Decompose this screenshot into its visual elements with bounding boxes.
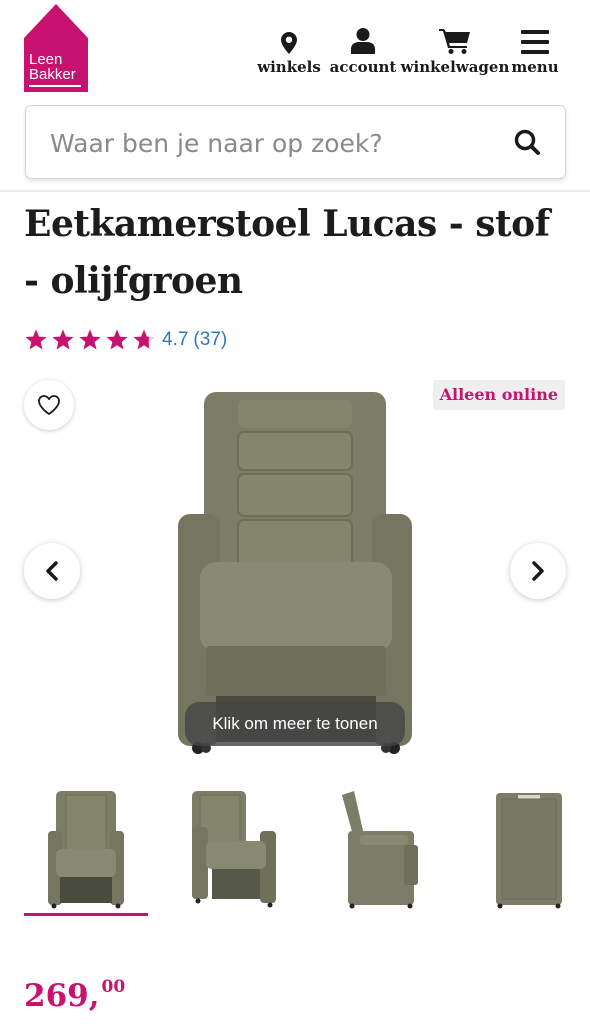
header-divider — [0, 190, 590, 192]
cart-icon — [439, 20, 471, 54]
nav-menu-label: menu — [511, 58, 559, 76]
thumbnail-side[interactable] — [320, 780, 442, 916]
leen-bakker-logo[interactable]: Leen Bakker — [24, 4, 88, 94]
favorite-button[interactable] — [24, 380, 74, 430]
rating-stars — [24, 328, 156, 352]
star-icon — [106, 329, 128, 350]
star-icon — [52, 329, 74, 350]
nav-winkels-label: winkels — [257, 58, 321, 76]
star-icon — [79, 329, 101, 350]
location-pin-icon — [281, 20, 297, 54]
user-icon — [351, 20, 375, 54]
thumbnail-strip — [0, 780, 590, 920]
thumbnail-front[interactable] — [24, 780, 146, 916]
nav-account[interactable]: account — [326, 20, 400, 76]
star-icon — [25, 329, 47, 350]
search-button[interactable] — [513, 128, 543, 158]
hamburger-icon — [521, 20, 549, 54]
thumbnail-back[interactable] — [466, 780, 588, 916]
product-price: 269, 00 — [24, 976, 125, 1016]
gallery-next-button[interactable] — [510, 543, 566, 599]
thumbnail-angle[interactable] — [170, 780, 292, 916]
search-input[interactable] — [50, 126, 490, 160]
price-main: 269, — [24, 978, 100, 1014]
search-icon — [514, 129, 540, 155]
show-more-tooltip[interactable]: Klik om meer te tonen — [185, 702, 405, 746]
star-icon — [133, 329, 155, 350]
logo-underline — [29, 85, 81, 87]
active-thumbnail-indicator — [24, 913, 148, 916]
nav-account-label: account — [329, 58, 397, 76]
chevron-left-icon — [46, 561, 58, 581]
logo-text: Leen Bakker — [29, 51, 76, 83]
online-only-badge: Alleen online — [432, 380, 565, 410]
nav-winkels[interactable]: winkels — [252, 20, 326, 76]
chevron-right-icon — [532, 561, 544, 581]
gallery-prev-button[interactable] — [24, 543, 80, 599]
product-gallery: Alleen online Klik om meer te tonen — [0, 370, 590, 770]
nav-winkelwagen-label: winkelwagen — [400, 58, 510, 76]
header-nav: winkels account winkelwagen menu — [252, 20, 560, 76]
site-header: Leen Bakker winkels account winkelwagen … — [0, 0, 590, 100]
product-rating[interactable]: 4.7 (37) — [24, 327, 227, 353]
nav-winkelwagen[interactable]: winkelwagen — [400, 20, 510, 76]
price-cents: 00 — [101, 977, 126, 997]
heart-icon — [38, 395, 60, 415]
nav-menu[interactable]: menu — [510, 20, 560, 76]
rating-score: 4.7 — [162, 329, 189, 350]
rating-count[interactable]: (37) — [193, 329, 227, 351]
search-bar — [25, 105, 566, 179]
product-title: Eetkamerstoel Lucas - stof - olijfgroen — [24, 203, 550, 302]
